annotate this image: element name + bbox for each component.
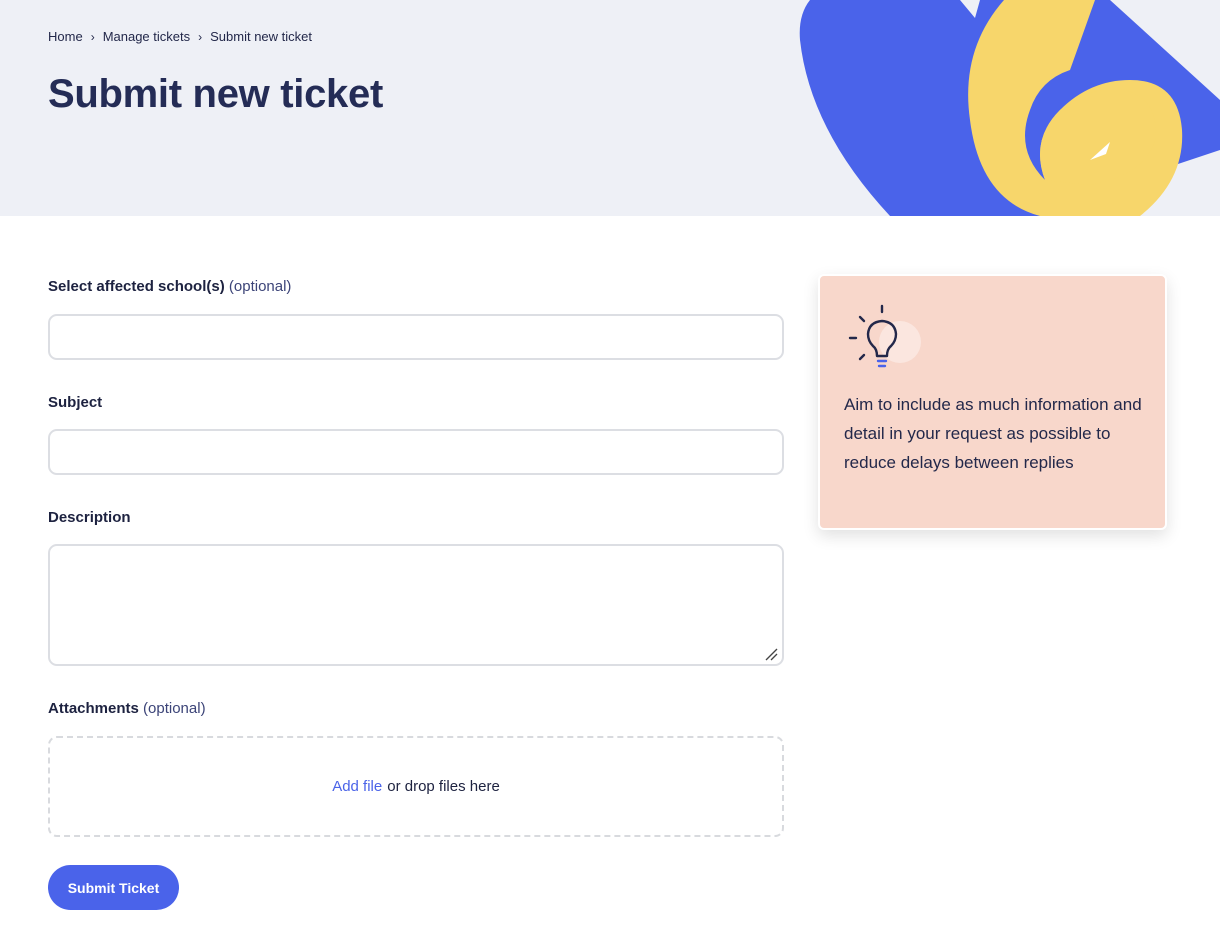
attachments-label: Attachments (optional) [48,700,206,717]
breadcrumb: Home › Manage tickets › Submit new ticke… [48,29,312,44]
breadcrumb-separator: › [198,29,203,44]
attachments-label-text: Attachments [48,700,139,717]
breadcrumb-home[interactable]: Home [48,29,83,44]
lightbulb-icon [848,304,921,368]
schools-label-text: Select affected school(s) [48,278,225,295]
schools-label: Select affected school(s) (optional) [48,278,291,295]
schools-optional-text: (optional) [228,278,292,295]
hero-banner: Home › Manage tickets › Submit new ticke… [0,0,1220,216]
page-title: Submit new ticket [48,72,383,116]
breadcrumb-separator: › [90,29,95,44]
add-file-link[interactable]: Add file [332,778,382,795]
breadcrumb-current: Submit new ticket [210,29,312,44]
resize-handle-icon[interactable] [764,647,778,661]
subject-input[interactable] [48,429,784,475]
description-label: Description [48,509,131,526]
drop-files-text: or drop files here [387,778,500,795]
decorative-artwork [799,0,1220,216]
description-textarea[interactable] [48,544,784,666]
subject-label: Subject [48,394,103,411]
breadcrumb-manage-tickets[interactable]: Manage tickets [103,29,190,44]
submit-ticket-button[interactable]: Submit Ticket [48,865,179,910]
attachments-optional-text: (optional) [143,700,206,717]
schools-select[interactable] [48,314,784,360]
attachments-dropzone[interactable]: Add file or drop files here [48,736,784,837]
tip-card: Aim to include as much information and d… [818,274,1167,530]
tip-text: Aim to include as much information and d… [844,395,1142,472]
